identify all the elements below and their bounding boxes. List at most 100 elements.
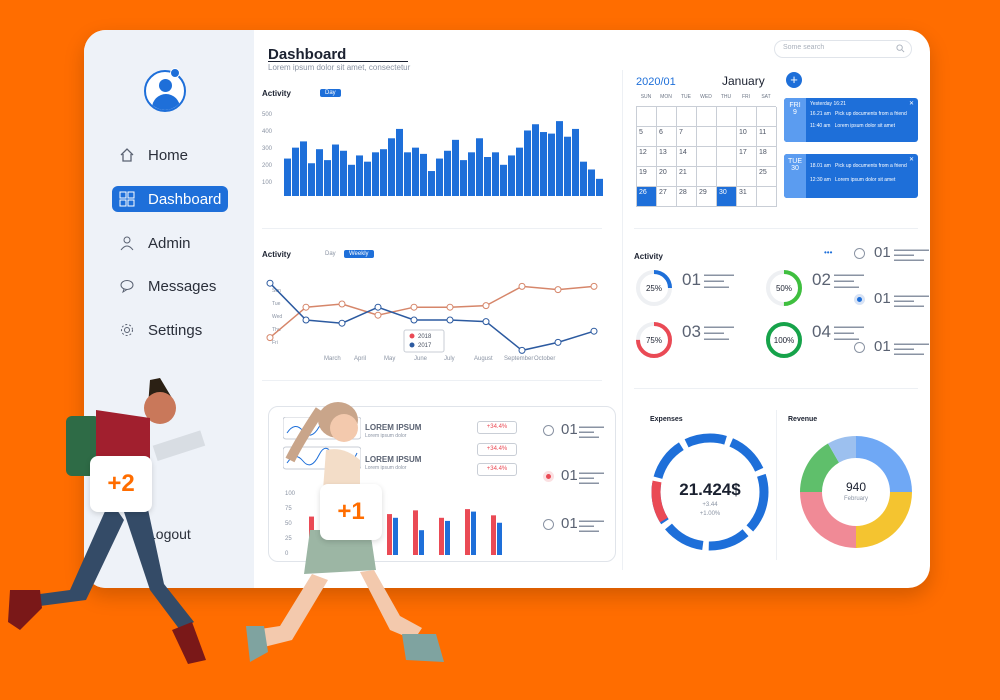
- calendar-day[interactable]: [757, 107, 777, 127]
- grid-icon: [118, 190, 136, 208]
- calendar-day[interactable]: [657, 107, 677, 127]
- avatar[interactable]: [144, 70, 186, 112]
- calendar-day[interactable]: [737, 107, 757, 127]
- tab-day[interactable]: Day: [320, 89, 341, 97]
- activity-bar: [308, 163, 315, 196]
- line-point: [590, 282, 598, 290]
- calendar-day[interactable]: [677, 107, 697, 127]
- calendar-day[interactable]: 27: [657, 187, 677, 207]
- girl-illustration: [246, 402, 444, 662]
- calendar-event-card[interactable]: FRI 9 Yesterday 16:21 ✕ 16.21 am Pick up …: [784, 98, 918, 142]
- radio-option-selected[interactable]: [543, 471, 554, 482]
- calendar-day[interactable]: 14: [677, 147, 697, 167]
- line-point: [266, 334, 274, 342]
- calendar-day[interactable]: [717, 127, 737, 147]
- weekday-label: TUE: [681, 94, 691, 100]
- calendar-day[interactable]: [697, 147, 717, 167]
- calendar-day[interactable]: [717, 167, 737, 187]
- calendar-day[interactable]: 19: [637, 167, 657, 187]
- x-tick-label: May: [384, 356, 395, 362]
- line-point: [518, 282, 526, 290]
- calendar-day[interactable]: [757, 187, 777, 207]
- calendar-day[interactable]: [697, 107, 717, 127]
- radio-option[interactable]: [854, 248, 865, 259]
- calendar-day[interactable]: 25: [757, 167, 777, 187]
- sidebar-item-dashboard[interactable]: Dashboard: [112, 186, 228, 212]
- calendar-day[interactable]: [697, 167, 717, 187]
- calendar-day[interactable]: 26: [637, 187, 657, 207]
- calendar-day[interactable]: 28: [677, 187, 697, 207]
- radio-option-selected[interactable]: [854, 294, 865, 305]
- calendar-day[interactable]: 29: [697, 187, 717, 207]
- activity-bar: [444, 150, 451, 196]
- calendar-grid: SUN MON TUE WED THU FRI SAT 5 6 7 10 11 12 13 14 17 18 1…: [636, 94, 777, 207]
- close-icon[interactable]: ✕: [909, 156, 914, 163]
- radio-option[interactable]: [854, 342, 865, 353]
- weekday-label: SAT: [761, 94, 771, 100]
- x-tick-label: October: [534, 356, 555, 362]
- more-icon[interactable]: •••: [824, 248, 832, 257]
- calendar-day[interactable]: 31: [737, 187, 757, 207]
- calendar-day[interactable]: 21: [677, 167, 697, 187]
- y-tick-label: 300: [262, 146, 273, 152]
- calendar-day[interactable]: [637, 107, 657, 127]
- activity-bar: [508, 155, 515, 196]
- tab-day[interactable]: Day: [320, 250, 341, 258]
- ring-number: 03: [682, 322, 701, 341]
- activity-bar: [300, 141, 307, 196]
- activity-bar: [540, 132, 547, 196]
- activity-ring: 50%: [764, 268, 804, 313]
- radio-option[interactable]: [543, 425, 554, 436]
- radio-option[interactable]: [543, 519, 554, 530]
- activity-bar: [516, 147, 523, 196]
- calendar-day[interactable]: [737, 167, 757, 187]
- calendar-day[interactable]: [717, 147, 737, 167]
- calendar-day[interactable]: 11: [757, 127, 777, 147]
- line-point: [338, 300, 346, 308]
- sidebar-item-home[interactable]: Home: [112, 142, 228, 168]
- lorem-bar: [465, 509, 470, 555]
- x-tick-label: April: [354, 356, 366, 362]
- sidebar-item-label: Admin: [148, 234, 191, 252]
- add-event-button[interactable]: +: [786, 72, 802, 88]
- sidebar-item-settings[interactable]: Settings: [112, 317, 228, 343]
- calendar-day[interactable]: [717, 107, 737, 127]
- calendar-day[interactable]: 5: [637, 127, 657, 147]
- search-icon: [896, 44, 905, 55]
- search-input[interactable]: Some search: [774, 40, 912, 58]
- sidebar-item-messages[interactable]: Messages: [112, 273, 228, 299]
- activity-ring: 100%: [764, 320, 804, 365]
- gear-icon: [118, 321, 136, 339]
- calendar-day[interactable]: 30: [717, 187, 737, 207]
- calendar-day[interactable]: 17: [737, 147, 757, 167]
- close-icon[interactable]: ✕: [909, 100, 914, 107]
- calendar-day[interactable]: 20: [657, 167, 677, 187]
- activity-bar: [532, 124, 539, 196]
- change-badge: +34.4%: [477, 421, 517, 434]
- calendar-day[interactable]: 12: [637, 147, 657, 167]
- y-tick-label: Tue: [272, 301, 281, 307]
- calendar-day[interactable]: 13: [657, 147, 677, 167]
- expenses-value: 21.424$: [679, 480, 741, 499]
- ring-percent: 50%: [776, 284, 792, 293]
- x-tick-label: September: [504, 356, 533, 362]
- tab-weekly[interactable]: Weekly: [344, 250, 374, 258]
- activity-ring: 75%: [634, 320, 674, 365]
- calendar-day[interactable]: 18: [757, 147, 777, 167]
- calendar-day[interactable]: 6: [657, 127, 677, 147]
- line-point: [446, 303, 454, 311]
- activity-bar: [564, 136, 571, 196]
- calendar-event-card[interactable]: TUE 30 ✕ 18.01 am Pick up documents from …: [784, 154, 918, 198]
- sidebar-item-admin[interactable]: Admin: [112, 230, 228, 256]
- lorem-bar: [497, 522, 502, 555]
- calendar-day[interactable]: 7: [677, 127, 697, 147]
- score-badge: +2: [90, 456, 152, 512]
- line-point: [518, 346, 526, 354]
- calendar-day[interactable]: [697, 127, 717, 147]
- weekday-label: THU: [720, 94, 732, 100]
- line-point: [410, 316, 418, 324]
- legend-label: 2017: [418, 343, 432, 349]
- calendar-day[interactable]: 10: [737, 127, 757, 147]
- user-icon: [118, 234, 136, 252]
- calendar-month: January: [722, 74, 765, 88]
